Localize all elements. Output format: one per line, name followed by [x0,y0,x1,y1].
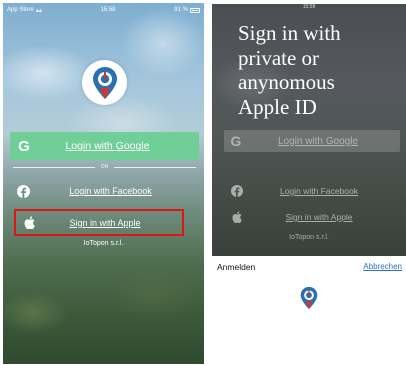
status-bar: App Store ▴▴ 15:58 91 % [3,3,204,17]
app-logo [82,60,127,105]
login-google-button[interactable]: G Login with Google [10,132,199,160]
right-phone-screen: 15:58 Sign in with private or anynomous … [212,4,406,318]
login-facebook-label: Login with Facebook [69,186,152,196]
apple-icon [16,216,42,229]
sheet-title: Anmelden [217,262,256,272]
status-right: 91 % [174,7,200,13]
login-google-label: Login with Google [277,135,359,147]
or-label: OR [100,164,109,170]
separator-line-right [114,166,196,168]
apple-sign-in-sheet: Anmelden Abbrechen [212,256,406,318]
battery-percent: 91 % [174,7,188,13]
login-google-label: Login with Google [65,140,150,152]
signal-icon: ▴▴ [35,7,42,14]
sign-in-apple-button[interactable]: Sign in with Apple [224,209,394,225]
sign-in-apple-button[interactable]: Sign in with Apple [14,209,184,236]
company-name: IoTopon s.r.l. [83,240,124,247]
screenshot-canvas: App Store ▴▴ 15:58 91 % G Login with Goo… [0,0,406,365]
login-facebook-button[interactable]: Login with Facebook [10,179,199,203]
separator-line-left [13,166,95,168]
apple-icon [224,211,250,223]
status-time: 15:58 [100,7,116,13]
cancel-button[interactable]: Abbrechen [363,262,402,271]
sign-in-apple-label: Sign in with Apple [69,217,141,228]
map-pin-icon [300,286,318,310]
facebook-icon [10,184,36,198]
facebook-icon [224,185,250,197]
battery-icon [189,7,200,13]
company-name: IoTopon s.r.l. [289,234,329,241]
map-pin-icon [92,66,117,99]
status-time: 15:58 [302,4,316,10]
or-separator: OR [13,164,196,170]
login-facebook-label: Login with Facebook [280,186,358,196]
sign-in-apple-label: Sign in with Apple [285,212,353,222]
caption-overlay: Sign in with private or anynomous Apple … [238,21,341,119]
login-facebook-button[interactable]: Login with Facebook [224,183,394,199]
left-phone-screen: App Store ▴▴ 15:58 91 % G Login with Goo… [3,3,204,364]
google-icon: G [18,137,30,155]
google-icon: G [230,133,242,149]
carrier-label: App Store [7,7,34,13]
login-google-button[interactable]: G Login with Google [224,130,400,152]
status-left: App Store ▴▴ [7,7,42,14]
